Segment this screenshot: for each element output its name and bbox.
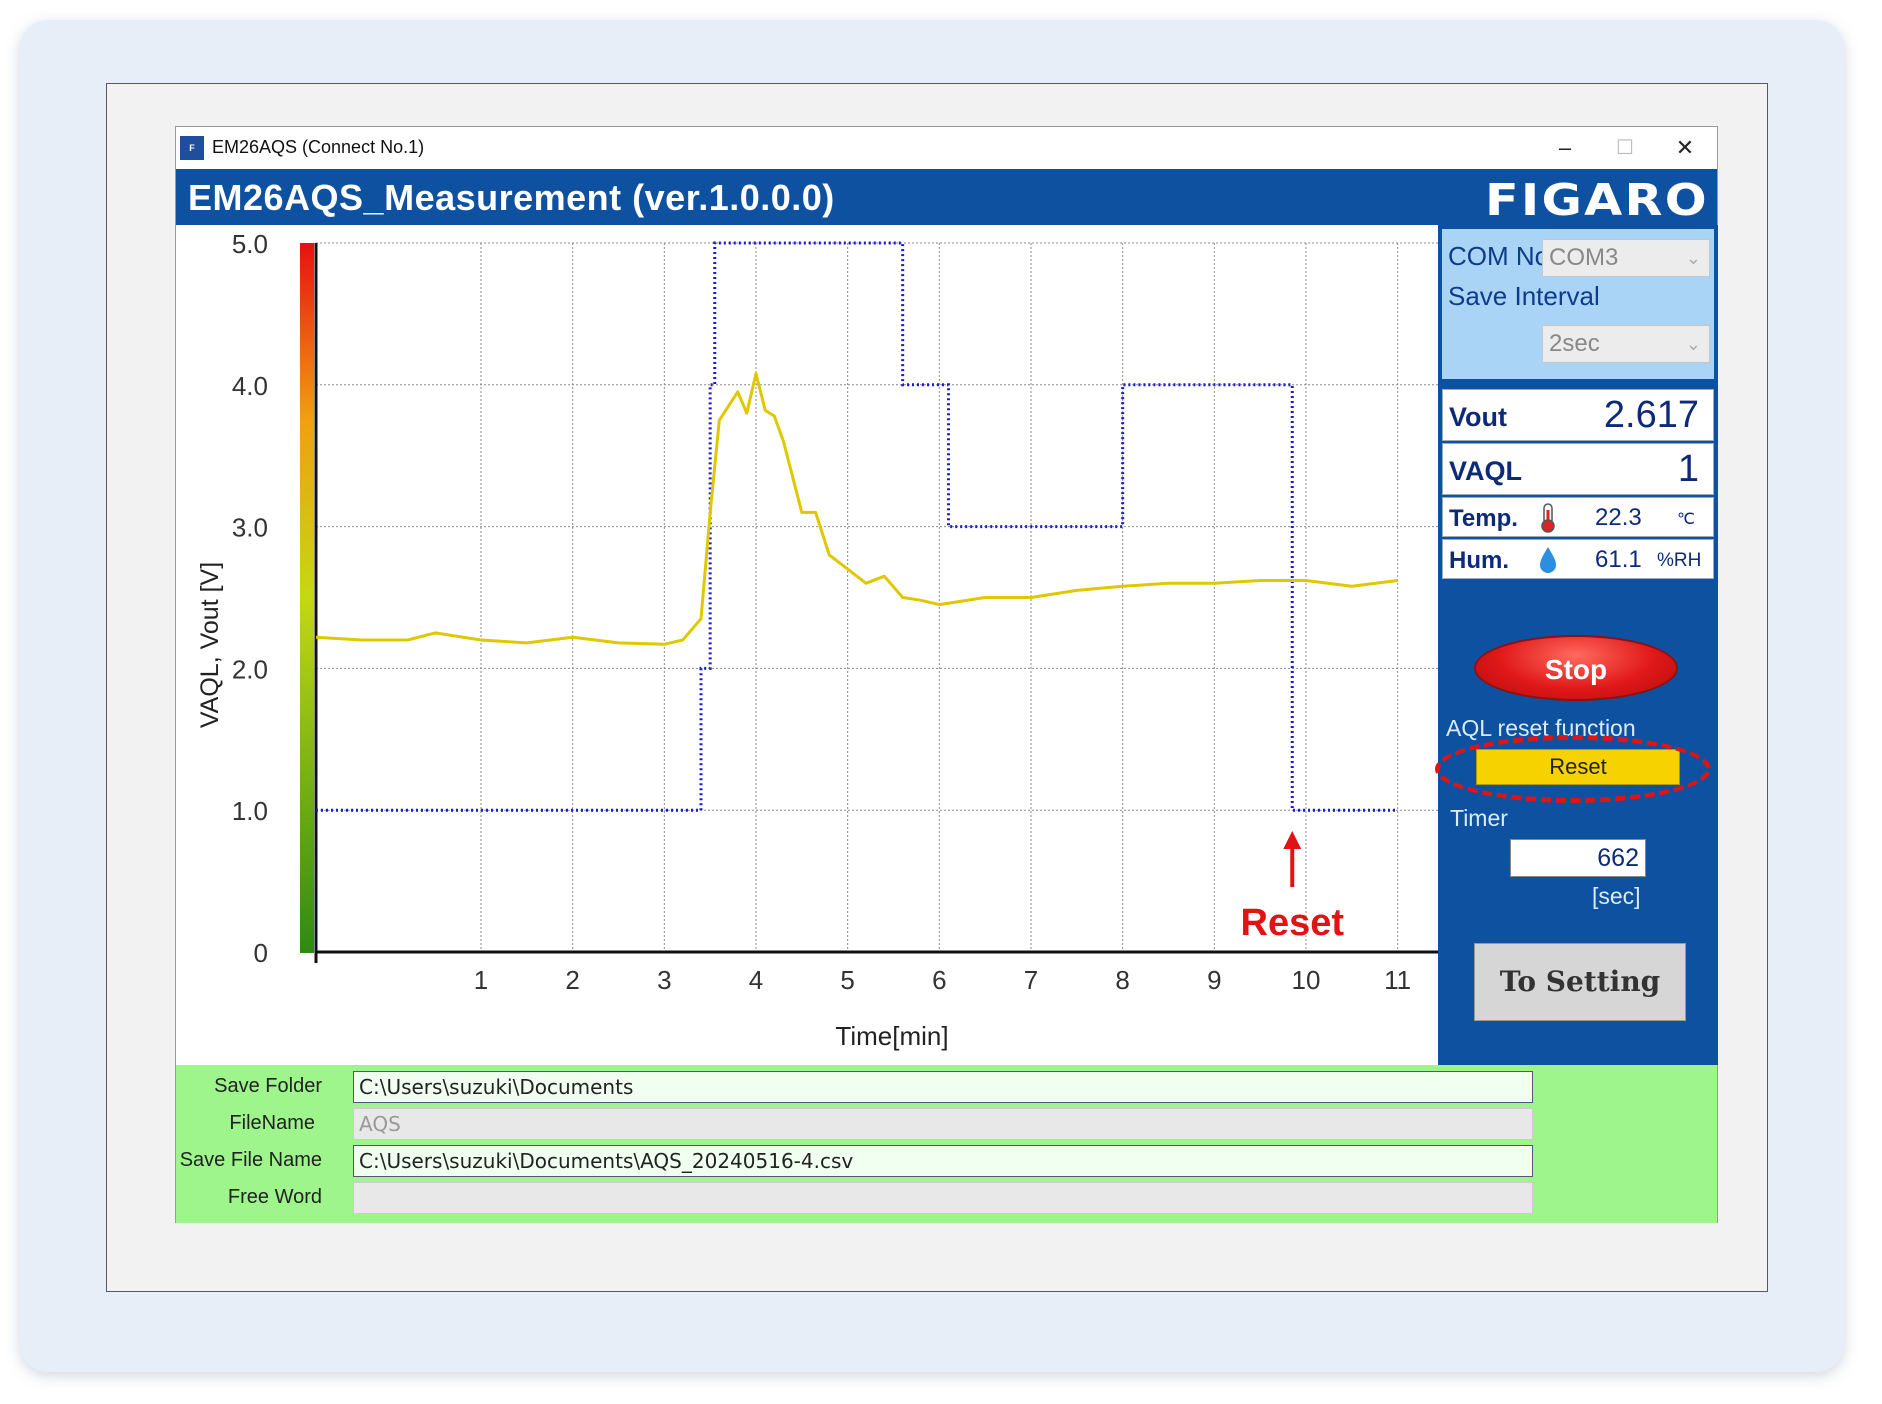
control-panel: COM No. COM3 ⌄ Save Interval 2sec ⌄ Vout…: [1438, 225, 1718, 1065]
temp-row: Temp. 22.3 ℃: [1442, 497, 1714, 537]
timer-unit: [sec]: [1592, 883, 1641, 909]
x-tick-label: 11: [1384, 965, 1411, 995]
vout-row: Vout 2.617: [1442, 389, 1714, 441]
figaro-logo: FIGARO: [1485, 175, 1709, 226]
y-tick-label: 4.0: [232, 371, 268, 401]
thermometer-icon: [1541, 503, 1555, 533]
save-file-name-field[interactable]: C:\Users\suzuki\Documents\AQS_20240516-4…: [353, 1145, 1533, 1177]
com-select-value: COM3: [1549, 244, 1619, 271]
humidity-row: Hum. 61.1 %RH: [1442, 539, 1714, 579]
x-tick-label: 6: [932, 965, 946, 995]
water-drop-icon: [1540, 547, 1556, 573]
connection-settings: COM No. COM3 ⌄ Save Interval 2sec ⌄: [1442, 229, 1714, 379]
vout-value: 2.617: [1603, 394, 1699, 436]
figaro-app-icon: F: [180, 136, 204, 160]
save-folder-row: Save Folder C:\Users\suzuki\Documents: [176, 1071, 1717, 1103]
com-select[interactable]: COM3 ⌄: [1542, 239, 1710, 277]
x-tick-label: 9: [1207, 965, 1221, 995]
color-scale-bar: [300, 243, 314, 953]
y-axis-label: VAQL, Vout [V]: [196, 562, 224, 728]
x-tick-label: 5: [840, 965, 854, 995]
com-label: COM No.: [1448, 241, 1557, 271]
app-window: F EM26AQS (Connect No.1) – ☐ ✕ EM26AQS_M…: [175, 126, 1718, 1223]
x-tick-label: 7: [1024, 965, 1038, 995]
y-tick-label: 5.0: [232, 229, 268, 259]
maximize-button[interactable]: ☐: [1597, 131, 1653, 165]
close-button[interactable]: ✕: [1657, 131, 1713, 165]
timer-label: Timer: [1450, 805, 1508, 831]
filename-field[interactable]: AQS: [353, 1108, 1533, 1140]
x-axis-label: Time[min]: [835, 1021, 948, 1051]
y-tick-label: 0: [254, 938, 268, 968]
title-bar: F EM26AQS (Connect No.1) – ☐ ✕: [176, 127, 1717, 169]
humidity-value: 61.1: [1595, 546, 1642, 573]
minimize-button[interactable]: –: [1537, 131, 1593, 165]
app-header: EM26AQS_Measurement (ver.1.0.0.0) FIGARO: [176, 169, 1717, 226]
save-file-name-label: Save File Name: [179, 1149, 322, 1171]
file-settings-panel: Save Folder C:\Users\suzuki\Documents Fi…: [176, 1065, 1717, 1223]
x-tick-label: 4: [749, 965, 763, 995]
temp-unit: ℃: [1677, 511, 1695, 528]
stop-button[interactable]: Stop: [1474, 635, 1678, 701]
vout-label: Vout: [1449, 402, 1507, 432]
window-title: EM26AQS (Connect No.1): [212, 137, 425, 157]
save-folder-field[interactable]: C:\Users\suzuki\Documents: [353, 1071, 1533, 1103]
humidity-unit: %RH: [1657, 550, 1702, 571]
save-interval-value: 2sec: [1549, 330, 1600, 357]
free-word-label: Free Word: [227, 1186, 322, 1208]
x-tick-label: 2: [565, 965, 579, 995]
save-file-name-row: Save File Name C:\Users\suzuki\Documents…: [176, 1145, 1717, 1177]
chevron-down-icon: ⌄: [1685, 334, 1701, 354]
x-tick-label: 10: [1292, 965, 1321, 995]
x-tick-label: 1: [474, 965, 488, 995]
save-folder-label: Save Folder: [214, 1075, 322, 1097]
humidity-label: Hum.: [1449, 547, 1509, 574]
reset-annotation-label: Reset: [1241, 902, 1345, 944]
free-word-field[interactable]: [353, 1182, 1533, 1214]
x-tick-label: 3: [657, 965, 671, 995]
reset-highlight-ellipse: [1435, 735, 1711, 803]
app-title: EM26AQS_Measurement (ver.1.0.0.0): [188, 177, 835, 218]
chevron-down-icon: ⌄: [1685, 248, 1701, 268]
save-interval-label: Save Interval: [1448, 281, 1600, 311]
x-tick-label: 8: [1115, 965, 1129, 995]
measurement-chart: 0 1.0 2.0 3.0 4.0 5.0 1 2 3 4 5 6 7 8 9 10 11 Reset VAQ…: [176, 225, 1438, 1065]
temp-label: Temp.: [1449, 505, 1518, 532]
temp-value: 22.3: [1595, 504, 1642, 531]
vaql-label: VAQL: [1449, 456, 1522, 486]
filename-label: FileName: [229, 1112, 315, 1134]
to-setting-button[interactable]: To Setting: [1474, 943, 1686, 1021]
vaql-row: VAQL 1: [1442, 443, 1714, 495]
filename-row: FileName AQS: [176, 1108, 1717, 1140]
vaql-value: 1: [1677, 448, 1699, 490]
y-tick-label: 2.0: [232, 654, 268, 684]
y-tick-label: 3.0: [232, 513, 268, 543]
save-interval-select[interactable]: 2sec ⌄: [1542, 325, 1710, 363]
y-tick-label: 1.0: [232, 796, 268, 826]
timer-value: 662: [1510, 839, 1646, 877]
free-word-row: Free Word: [176, 1182, 1717, 1214]
